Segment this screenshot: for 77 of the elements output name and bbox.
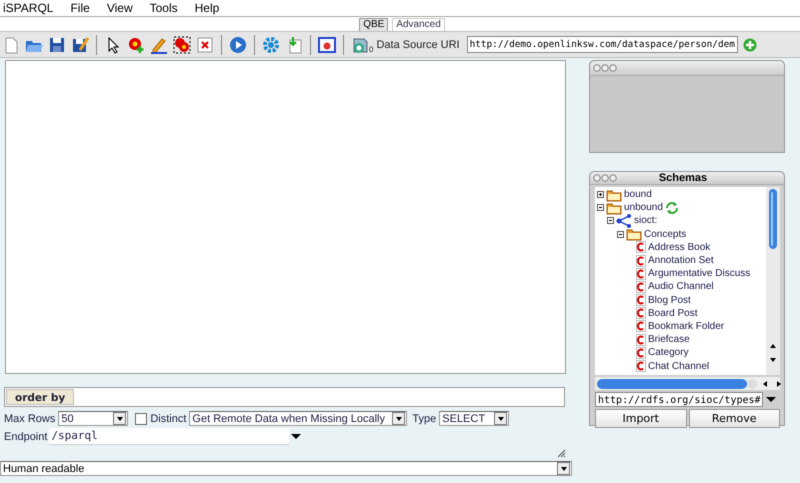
menu-item[interactable]: Tools (150, 1, 187, 15)
caret-icon[interactable] (766, 396, 776, 402)
window-icon[interactable] (318, 36, 336, 54)
tree-item[interactable]: Chat Channel (648, 360, 710, 372)
save-as-icon[interactable] (71, 36, 89, 54)
class-icon (636, 241, 646, 254)
delete-icon[interactable] (196, 36, 214, 54)
schema-uri-field[interactable]: http://rdfs.org/sioc/types# (595, 392, 763, 407)
window-controls-icon[interactable] (593, 174, 617, 182)
tree-item[interactable]: Briefcase (648, 334, 690, 346)
class-icon (636, 307, 646, 320)
caret-icon[interactable] (291, 434, 302, 440)
tree-item[interactable]: Annotation Set (648, 255, 714, 266)
tree-item[interactable]: Concepts (644, 228, 686, 240)
endpoint-field[interactable]: /sparql (49, 428, 290, 445)
expand-icon[interactable] (597, 191, 604, 198)
class-icon (636, 360, 646, 372)
class-icon (636, 268, 646, 280)
nodes-icon[interactable] (173, 36, 191, 54)
graph-icon (616, 212, 632, 229)
app-name[interactable]: iSPARQL (3, 1, 62, 15)
collapse-icon[interactable] (617, 230, 624, 238)
refresh-icon[interactable] (664, 200, 679, 215)
class-icon (636, 280, 646, 293)
tree-item[interactable]: sioct: (634, 215, 658, 226)
max-rows-select[interactable]: 50 (58, 411, 128, 426)
fetch-mode-select[interactable]: Get Remote Data when Missing Locally (189, 411, 408, 426)
import-button[interactable]: Import (595, 409, 686, 428)
class-icon (636, 346, 646, 359)
tree-item[interactable]: Category (648, 347, 689, 358)
output-format-select[interactable]: Human readable (0, 461, 572, 476)
caret-icon (394, 414, 403, 422)
endpoint-label: Endpoint (4, 430, 48, 442)
menu-item[interactable]: File (70, 1, 99, 15)
resize-grip-icon[interactable] (557, 449, 566, 458)
order-by-button[interactable]: order by (6, 389, 74, 405)
folder-icon (626, 227, 642, 242)
tree-item[interactable]: Bookmark Folder (648, 320, 724, 332)
folder-icon (606, 200, 622, 215)
caret-icon (496, 414, 505, 422)
tab[interactable]: QBE (359, 18, 388, 31)
tree-item[interactable]: unbound (624, 202, 663, 214)
tree-item[interactable]: Address Book (648, 242, 710, 253)
max-rows-label: Max Rows (4, 412, 56, 424)
type-select[interactable]: SELECT (439, 411, 510, 426)
class-icon (636, 294, 646, 306)
gear-icon[interactable] (262, 36, 280, 54)
caret-icon (116, 414, 124, 422)
collapse-icon[interactable] (597, 204, 604, 212)
panel-title: Schemas (658, 172, 708, 184)
class-icon (636, 334, 646, 346)
tab[interactable]: Advanced (392, 18, 445, 31)
distinct-checkbox[interactable] (135, 412, 148, 424)
tree-item[interactable]: Argumentative Discuss (648, 268, 750, 280)
pencil-icon[interactable] (150, 36, 168, 54)
tree-item[interactable]: Board Post (648, 308, 698, 319)
remove-button[interactable]: Remove (688, 409, 780, 428)
distinct-label: Distinct (150, 412, 186, 424)
tree-item[interactable]: Blog Post (648, 294, 691, 306)
collapse-icon[interactable] (607, 217, 614, 224)
tree-item[interactable]: bound (624, 189, 652, 200)
data-source-field[interactable]: http://demo.openlinksw.com/dataspace/person/dem (466, 36, 738, 53)
menu-item[interactable]: Help (194, 1, 228, 15)
data-source-label: Data Source URI (376, 38, 460, 50)
add-node-icon[interactable] (127, 36, 145, 54)
type-label: Type (412, 412, 436, 424)
folder-icon (606, 188, 622, 202)
window-controls-icon[interactable] (593, 64, 617, 72)
class-icon (636, 320, 646, 332)
tree-item[interactable]: Audio Channel (648, 281, 714, 292)
add-icon[interactable] (742, 38, 757, 52)
play-icon[interactable] (229, 36, 247, 54)
save-icon[interactable] (48, 36, 66, 54)
dataset-count: 0 (369, 45, 374, 54)
menu-item[interactable]: View (106, 1, 142, 15)
class-icon (636, 254, 646, 267)
caret-icon (560, 464, 568, 472)
